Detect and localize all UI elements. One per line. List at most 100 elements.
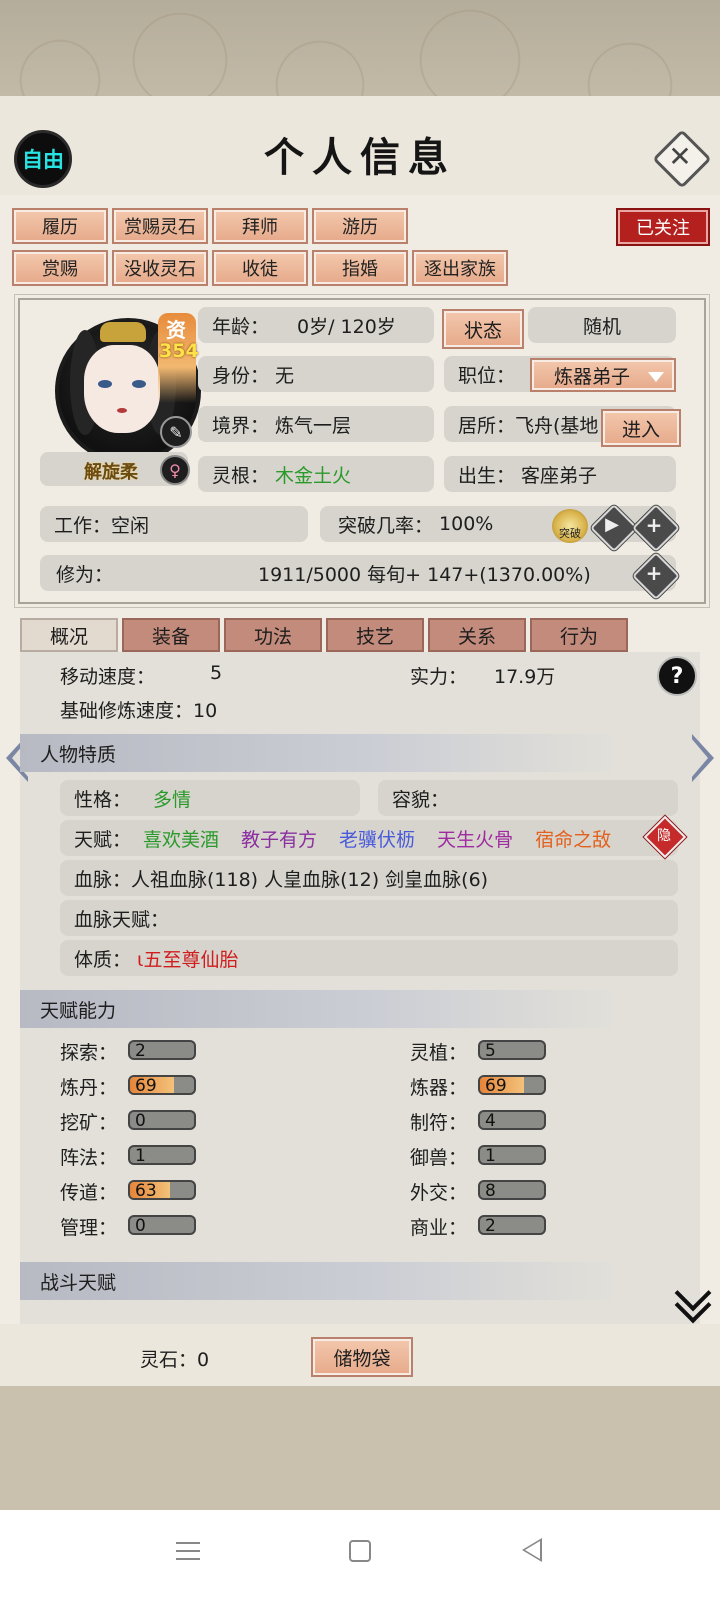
history-button[interactable]: 履历 (12, 208, 108, 244)
personality-label: 性格： (74, 788, 132, 811)
ability-label: 外交： (410, 1182, 468, 1204)
physique-value: ɩ五至尊仙胎 (137, 948, 239, 971)
ability-label: 挖矿： (60, 1112, 118, 1134)
avatar-face (84, 345, 160, 433)
female-icon: ♀ (160, 455, 190, 485)
ability-label: 探索： (60, 1042, 118, 1064)
menu-icon[interactable] (176, 1540, 200, 1562)
tab-actions[interactable]: 行为 (530, 618, 628, 652)
move-speed-label: 移动速度： (60, 666, 156, 688)
physique-label: 体质： (74, 948, 132, 971)
residence-label: 居所： (458, 414, 516, 437)
cultivation-value: 1911/5000 每旬+ 147+(1370.00%) (258, 563, 591, 586)
ability-value: 69 (485, 1076, 507, 1095)
ability-label: 商业： (410, 1217, 468, 1239)
aptitude-label: 资 (166, 318, 186, 342)
ability-value: 69 (135, 1076, 157, 1095)
identity-value: 无 (275, 364, 295, 387)
back-icon[interactable] (522, 1538, 542, 1562)
position-label: 职位： (458, 364, 516, 387)
birth-label: 出生： (458, 464, 516, 487)
ability-bar: 2 (128, 1040, 196, 1060)
pen-icon[interactable]: ✎ (160, 416, 192, 448)
position-value: 炼器弟子 (554, 365, 631, 388)
tab-skills[interactable]: 技艺 (326, 618, 424, 652)
ability-label: 管理： (60, 1217, 118, 1239)
take-disciple-button[interactable]: 收徒 (212, 250, 308, 286)
talent-label: 天赋： (74, 828, 132, 851)
cultivation-field: 修为： 1911/5000 每旬+ 147+(1370.00%) (40, 555, 676, 591)
abilities-section-title: 天赋能力 (20, 990, 620, 1028)
ability-bar: 4 (478, 1110, 546, 1130)
ability-label: 阵法： (60, 1147, 118, 1169)
ability-label: 炼丹： (60, 1077, 118, 1099)
spirit-root-field: 灵根： 木金土火 (198, 456, 434, 492)
ability-value: 0 (135, 1111, 146, 1130)
home-icon[interactable] (349, 1540, 371, 1562)
talent-item[interactable]: 老骥伏枥 (339, 825, 415, 852)
reward-button[interactable]: 赏赐 (12, 250, 108, 286)
talent-item[interactable]: 宿命之敌 (535, 825, 611, 852)
talent-field: 天赋： 喜欢美酒 教子有方 老骥伏枥 天生火骨 宿命之敌 (60, 820, 678, 856)
expel-button[interactable]: 逐出家族 (412, 250, 508, 286)
confiscate-stones-button[interactable]: 没收灵石 (112, 250, 208, 286)
ability-label: 灵植： (410, 1042, 468, 1064)
ability-bar: 5 (478, 1040, 546, 1060)
scroll-down-icon[interactable] (674, 1274, 712, 1324)
tab-relations[interactable]: 关系 (428, 618, 526, 652)
ability-bar: 0 (128, 1110, 196, 1130)
arrange-marriage-button[interactable]: 指婚 (312, 250, 408, 286)
position-select[interactable]: 炼器弟子 (530, 358, 676, 392)
bloodline-field: 血脉：人祖血脉(118) 人皇血脉(12) 剑皇血脉(6) (60, 860, 678, 896)
birth-value: 客座弟子 (521, 464, 598, 487)
age-field: 年龄： 0岁/ 120岁 (198, 307, 434, 343)
ability-value: 1 (485, 1146, 496, 1165)
identity-field: 身份： 无 (198, 356, 434, 392)
ability-label: 炼器： (410, 1077, 468, 1099)
talent-item[interactable]: 教子有方 (241, 825, 317, 852)
ability-value: 8 (485, 1181, 496, 1200)
play-icon: ▶ (605, 514, 619, 535)
age-label: 年龄： (212, 315, 270, 338)
travel-button[interactable]: 游历 (312, 208, 408, 244)
ability-value: 2 (135, 1041, 146, 1060)
talent-item[interactable]: 喜欢美酒 (143, 825, 219, 852)
plus-icon: + (645, 513, 663, 537)
aptitude-value: 354 (159, 340, 199, 362)
status-button[interactable]: 状态 (442, 309, 524, 349)
lower-background (0, 1386, 720, 1510)
bloodline-talent-field: 血脉天赋： (60, 900, 678, 936)
appearance-label: 容貌： (392, 788, 450, 811)
enter-residence-button[interactable]: 进入 (601, 409, 681, 447)
take-master-button[interactable]: 拜师 (212, 208, 308, 244)
character-name: 解旋柔 (84, 462, 138, 483)
ability-bar: 69 (478, 1075, 546, 1095)
ability-bar: 2 (478, 1215, 546, 1235)
spirit-stone-count: 灵石：0 (140, 1349, 210, 1371)
ability-label: 御兽： (410, 1147, 468, 1169)
appearance-field: 容貌： (378, 780, 678, 816)
tab-overview[interactable]: 概况 (20, 618, 118, 652)
breakthrough-value: 100% (439, 513, 494, 535)
followed-button[interactable]: 已关注 (616, 208, 710, 246)
reward-stones-button[interactable]: 赏赐灵石 (112, 208, 208, 244)
talent-item[interactable]: 天生火骨 (437, 825, 513, 852)
traits-section-title: 人物特质 (20, 734, 620, 772)
birth-field: 出生： 客座弟子 (444, 456, 676, 492)
breakthrough-icon-label: 突破 (559, 527, 581, 540)
physique-field: 体质： ɩ五至尊仙胎 (60, 940, 678, 976)
close-button[interactable]: ✕ (652, 129, 712, 189)
tab-techniques[interactable]: 功法 (224, 618, 322, 652)
avatar-eye (132, 380, 146, 388)
tab-equipment[interactable]: 装备 (122, 618, 220, 652)
ability-value: 1 (135, 1146, 146, 1165)
realm-field: 境界： 炼气一层 (198, 406, 434, 442)
work-field: 工作：空闲 (40, 506, 308, 542)
random-button[interactable]: 随机 (528, 307, 676, 343)
right-arrow-icon[interactable] (691, 734, 714, 782)
breakthrough-icon[interactable]: 突破 (552, 509, 588, 543)
hide-label: 隐 (657, 828, 671, 844)
storage-bag-button[interactable]: 储物袋 (311, 1337, 413, 1377)
help-icon[interactable]: ? (657, 656, 697, 696)
close-icon: ✕ (668, 140, 692, 173)
